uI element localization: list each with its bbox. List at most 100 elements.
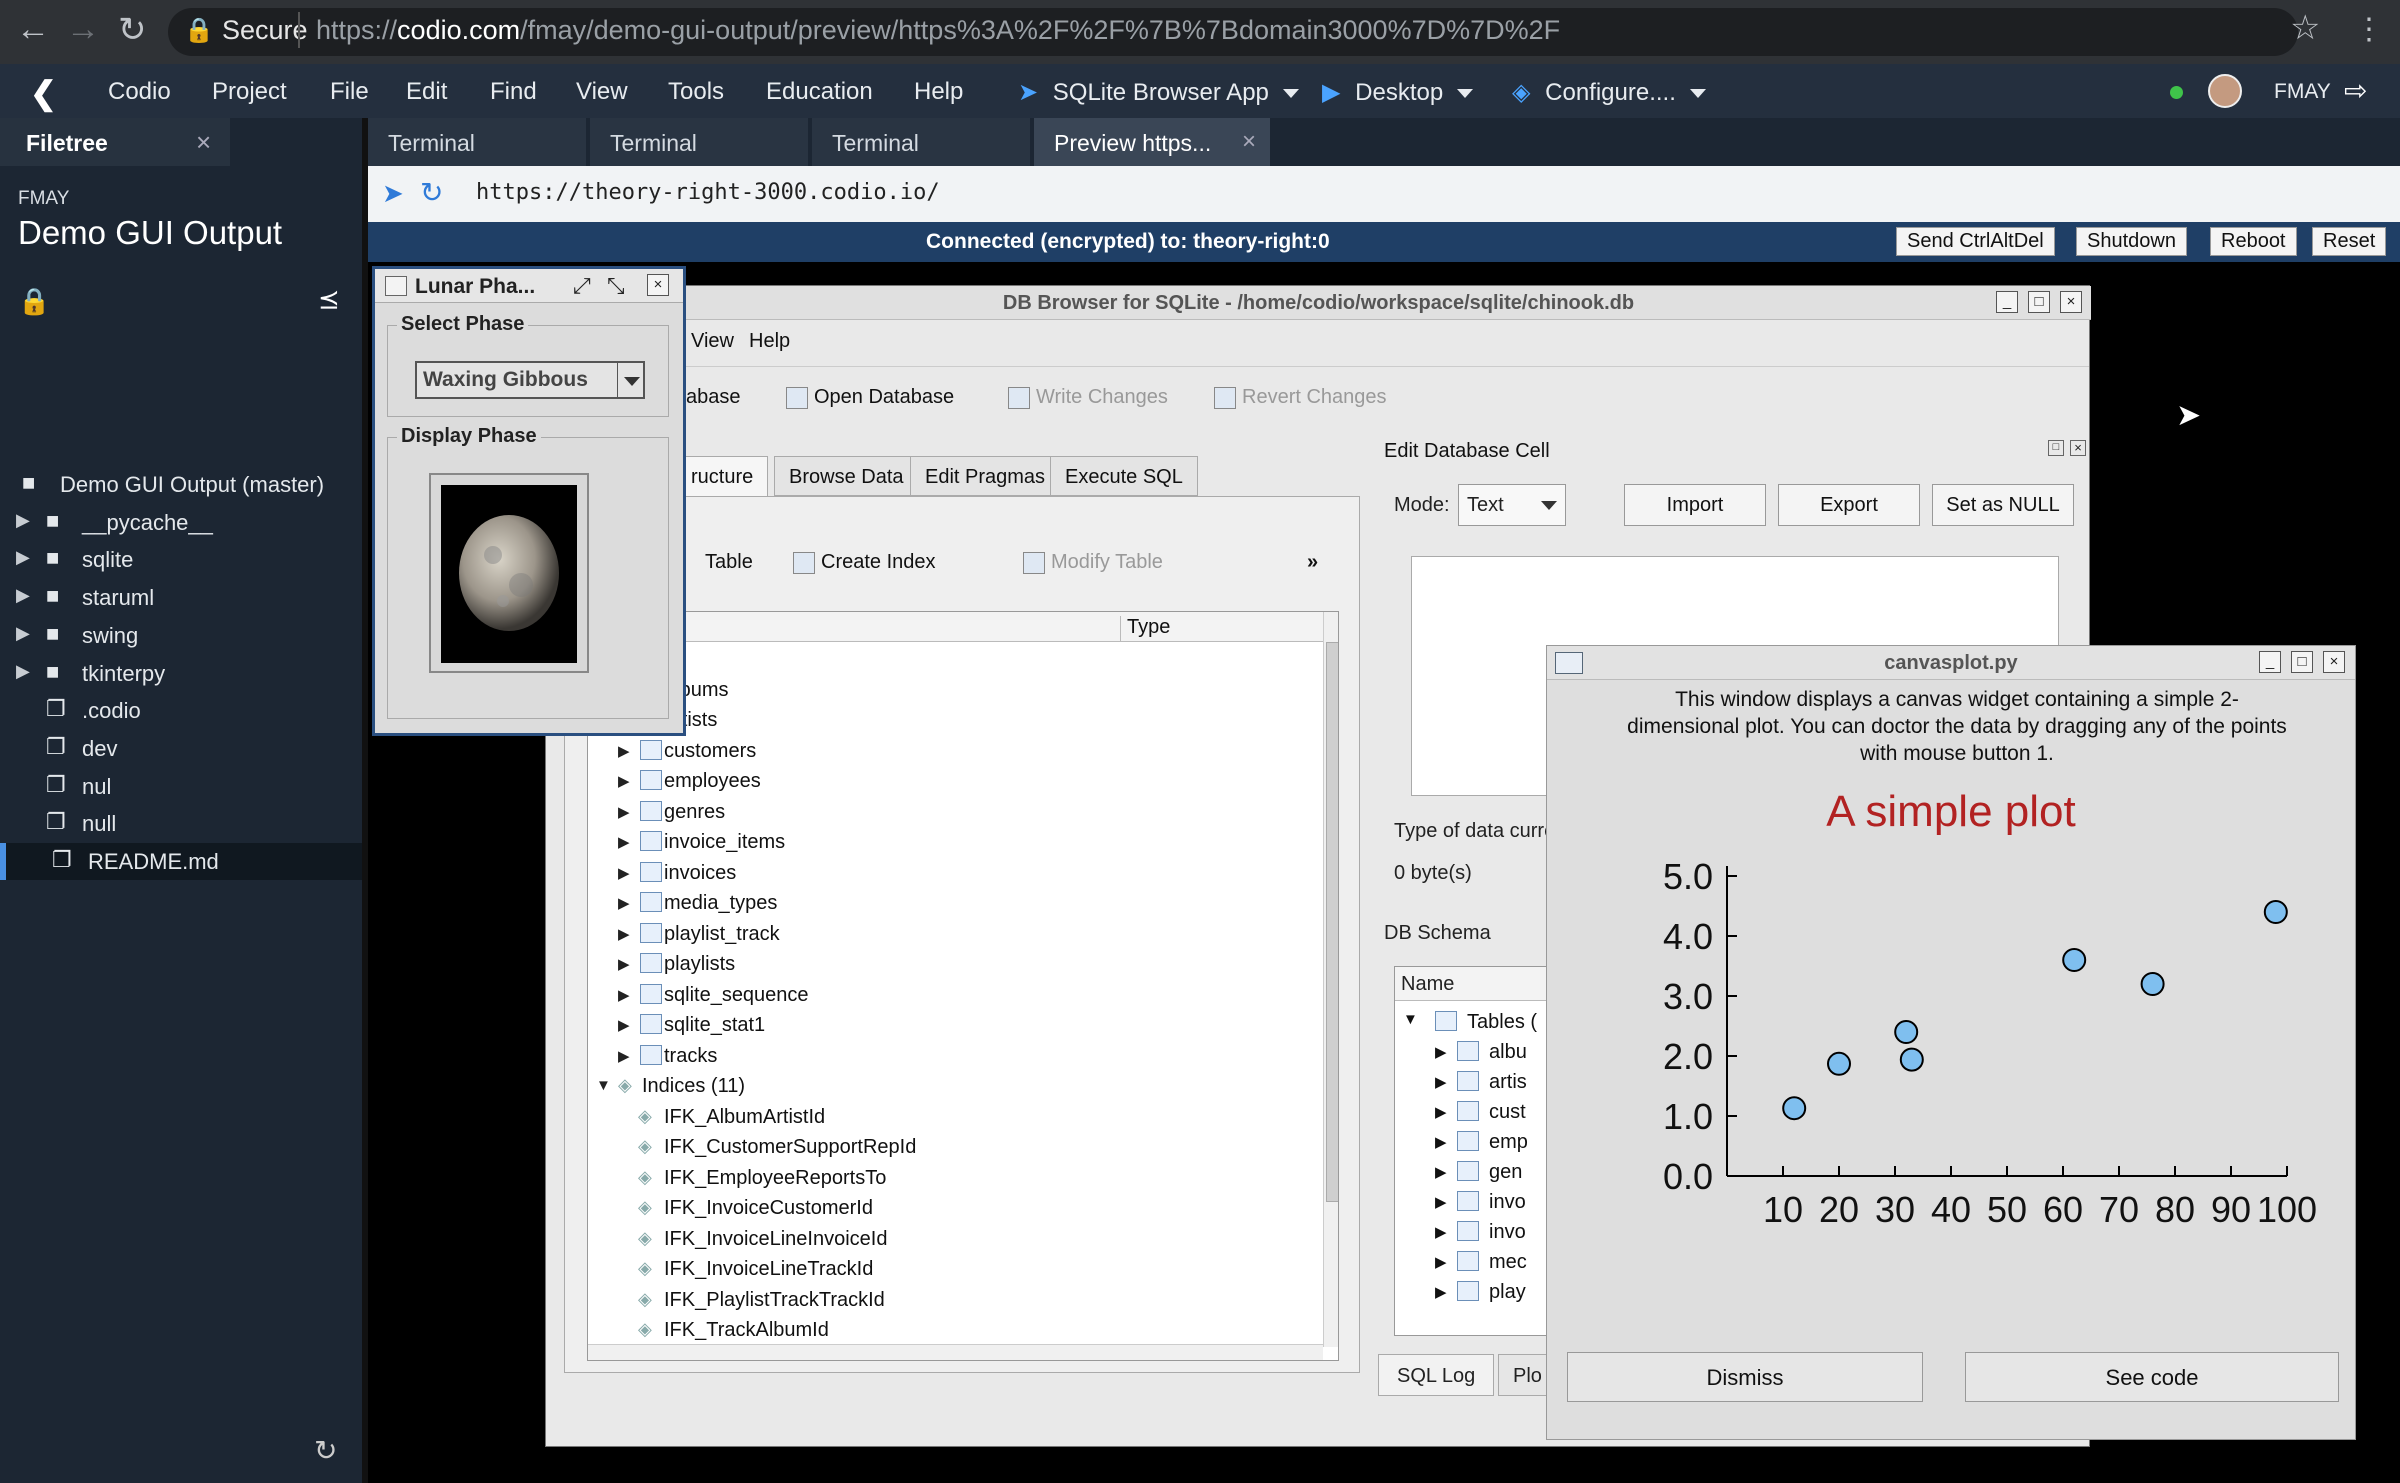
shrink-icon[interactable]: ⤢ [573, 273, 591, 299]
tab-execute-sql[interactable]: Execute SQL [1050, 456, 1198, 496]
index-row[interactable]: ◈ IFK_InvoiceLineInvoiceId [588, 1224, 1323, 1255]
menu-tools[interactable]: Tools [668, 78, 724, 106]
menu-edit[interactable]: Edit [406, 78, 447, 106]
maximize-icon[interactable]: □ [2291, 651, 2313, 673]
index-row[interactable]: ◈ IFK_AlbumArtistId [588, 1102, 1323, 1133]
reboot-button[interactable]: Reboot [2210, 227, 2297, 256]
menu-view[interactable]: View [576, 78, 628, 106]
vertical-scrollbar[interactable] [1323, 612, 1338, 1347]
menu-help[interactable]: Help [914, 78, 963, 106]
expand-icon[interactable]: ⤡ [607, 273, 625, 299]
mode-select[interactable]: Text [1458, 484, 1566, 526]
chevron-down-icon[interactable] [617, 363, 645, 397]
reload-icon[interactable]: ↻ [420, 176, 443, 209]
window-titlebar[interactable]: DB Browser for SQLite - /home/codio/work… [546, 286, 2091, 320]
reset-button[interactable]: Reset [2312, 227, 2387, 256]
expand-arrow-icon[interactable]: ▶ [1435, 1073, 1447, 1091]
bookmark-star-icon[interactable]: ☆ [2290, 8, 2320, 48]
lock-icon[interactable]: 🔒 [18, 286, 50, 317]
phase-select[interactable]: Waxing Gibbous [415, 361, 645, 399]
export-button[interactable]: Export [1778, 484, 1920, 526]
tree-group-row[interactable]: bles (13) [588, 644, 1323, 675]
tab-database-structure[interactable]: ructure [676, 456, 769, 496]
data-point[interactable] [1899, 1047, 1924, 1072]
table-row[interactable]: ▶ sqlite_stat1 [588, 1010, 1323, 1041]
filetree-item[interactable]: ❐ dev [0, 730, 362, 767]
table-row[interactable]: ▶ tracks [588, 1041, 1323, 1072]
window-titlebar[interactable]: canvasplot.py _ □ × [1547, 646, 2355, 680]
see-code-button[interactable]: See code [1965, 1352, 2339, 1402]
filetree-item[interactable]: ❐ README.md [0, 843, 362, 880]
table-row[interactable]: artists [588, 705, 1323, 736]
index-row[interactable]: ◈ IFK_TrackAlbumId [588, 1315, 1323, 1346]
tab-filetree[interactable]: Filetree × [0, 118, 230, 166]
new-database-button[interactable]: abase [686, 386, 741, 409]
set-null-button[interactable]: Set as NULL [1932, 484, 2074, 526]
expand-arrow-icon[interactable]: ▶ [618, 925, 630, 943]
reload-icon[interactable]: ↻ [118, 10, 147, 50]
tab-edit-pragmas[interactable]: Edit Pragmas [910, 456, 1061, 496]
data-point[interactable] [2263, 900, 2288, 924]
expand-arrow-icon[interactable]: ▶ [618, 803, 630, 821]
tab-preview[interactable]: Preview https... × [1034, 118, 1270, 166]
expand-arrow-icon[interactable]: ▶ [1435, 1253, 1447, 1271]
navigate-arrow-icon[interactable]: ➤ [382, 178, 404, 209]
schema-tree[interactable]: Type bles (13)albumsartists ▶ customers ▶ em… [587, 611, 1339, 1361]
logout-icon[interactable]: ⇨ [2344, 74, 2367, 107]
avatar[interactable] [2208, 74, 2242, 108]
expand-arrow-icon[interactable]: ▶ [618, 986, 630, 1004]
table-row[interactable]: albums [588, 675, 1323, 706]
maximize-icon[interactable]: □ [2028, 291, 2050, 313]
import-button[interactable]: Import [1624, 484, 1766, 526]
undock-icon[interactable]: □ [2048, 440, 2064, 456]
chevron-right-icon[interactable]: ▶ [16, 585, 30, 606]
expand-arrow-icon[interactable]: ▶ [618, 894, 630, 912]
revert-changes-button[interactable]: Revert Changes [1214, 386, 1387, 409]
index-row[interactable]: ◈ IFK_CustomerSupportRepId [588, 1132, 1323, 1163]
filetree-item[interactable]: ❐ .codio [0, 692, 362, 729]
data-point[interactable] [1894, 1020, 1919, 1044]
tab-terminal-2[interactable]: Terminal [590, 118, 808, 166]
expand-arrow-icon[interactable]: ▶ [1435, 1103, 1447, 1121]
expand-arrow-icon[interactable]: ▶ [618, 742, 630, 760]
expand-arrow-icon[interactable]: ▶ [618, 955, 630, 973]
expand-arrow-icon[interactable]: ▶ [618, 1047, 630, 1065]
table-row[interactable]: ▶ invoice_items [588, 827, 1323, 858]
close-icon[interactable]: × [196, 127, 211, 158]
data-point[interactable] [1827, 1051, 1851, 1076]
table-row[interactable]: ▶ playlists [588, 949, 1323, 980]
filetree-item[interactable]: ❐ nul [0, 768, 362, 805]
filetree-item[interactable]: ▶ ■ __pycache__ [0, 504, 362, 541]
menu-find[interactable]: Find [490, 78, 537, 106]
plot-canvas[interactable]: A simple plot 0.0 1.0 2.0 3.0 4.0 5.0 10 20 30 40… [1547, 776, 2355, 1336]
open-database-button[interactable]: Open Database [786, 386, 954, 409]
minimize-icon[interactable]: _ [2259, 651, 2281, 673]
index-row[interactable]: ◈ IFK_PlaylistTrackTrackId [588, 1285, 1323, 1316]
chevron-right-icon[interactable]: ▶ [16, 623, 30, 644]
shutdown-button[interactable]: Shutdown [2076, 227, 2187, 256]
window-menu-icon[interactable] [385, 276, 407, 296]
close-icon[interactable]: × [2060, 291, 2082, 313]
tab-browse-data[interactable]: Browse Data [774, 456, 919, 496]
preview-url[interactable]: https://theory-right-3000.codio.io/ [476, 180, 940, 205]
configure-menu[interactable]: ◈ Configure.... [1512, 78, 1706, 107]
expand-arrow-icon[interactable]: ▶ [1435, 1133, 1447, 1151]
close-icon[interactable]: × [2323, 651, 2345, 673]
write-changes-button[interactable]: Write Changes [1008, 386, 1168, 409]
expand-arrow-icon[interactable]: ▶ [1435, 1043, 1447, 1061]
expand-arrow-icon[interactable]: ▶ [618, 1016, 630, 1034]
expand-arrow-icon[interactable]: ▶ [1435, 1223, 1447, 1241]
close-icon[interactable]: × [2070, 440, 2086, 456]
data-point[interactable] [1782, 1096, 1807, 1121]
table-row[interactable]: ▶ invoices [588, 858, 1323, 889]
tab-terminal-1[interactable]: Terminal [368, 118, 586, 166]
close-icon[interactable]: × [647, 274, 669, 296]
index-row[interactable]: ◈ IFK_InvoiceLineTrackId [588, 1254, 1323, 1285]
table-row[interactable]: ▶ employees [588, 766, 1323, 797]
expand-arrow-icon[interactable]: ▶ [618, 833, 630, 851]
more-tools-icon[interactable]: » [1307, 551, 1318, 574]
create-index-button[interactable]: Create Index [793, 551, 936, 574]
chevron-right-icon[interactable]: ▶ [16, 661, 30, 682]
address-url[interactable]: https://codio.com/fmay/demo-gui-output/p… [316, 15, 1560, 46]
filetree-item[interactable]: ▶ ■ sqlite [0, 541, 362, 578]
